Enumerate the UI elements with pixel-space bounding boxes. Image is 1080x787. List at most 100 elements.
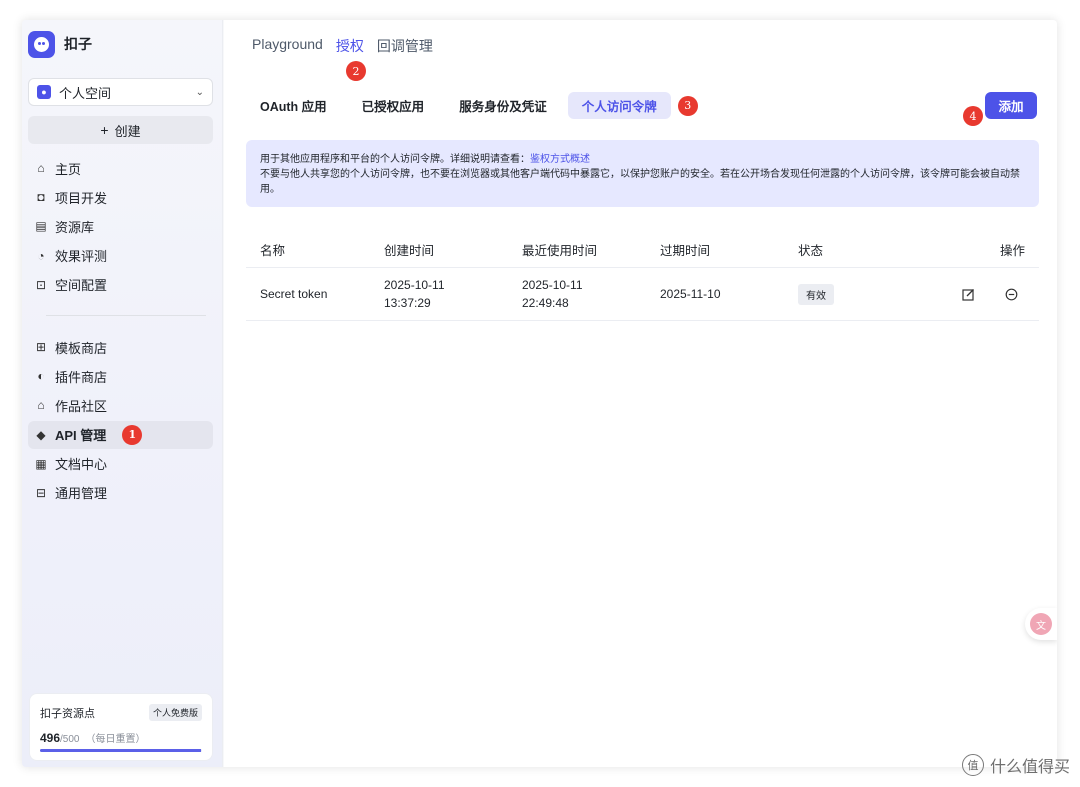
last-used-cell: 2025-10-11 22:49:48	[522, 276, 660, 312]
quota-progress-bar	[40, 749, 202, 752]
sub-tabs: OAuth 应用 已授权应用 服务身份及凭证 个人访问令牌 3	[246, 92, 698, 119]
tab-personal-access-tokens[interactable]: 个人访问令牌	[567, 92, 671, 119]
brand-name: 扣子	[64, 36, 92, 52]
row-actions	[908, 286, 1039, 302]
evaluation-icon: ◔	[37, 248, 45, 263]
expires-cell: 2025-11-10	[660, 287, 721, 301]
column-header-last-used: 最近使用时间	[522, 244, 598, 258]
sidebar-item-label: 通用管理	[55, 486, 108, 502]
plus-icon: +	[100, 122, 109, 138]
info-text-2: 不要与他人共享您的个人访问令牌，也不要在浏览器或其他客户端代码中暴露它，以保护您…	[260, 169, 1020, 195]
add-button[interactable]: 添加	[985, 92, 1037, 119]
plugin-store-icon: ◐	[37, 369, 45, 384]
space-selector[interactable]: ● 个人空间 ⌄	[28, 78, 213, 106]
tab-authorized-apps[interactable]: 已授权应用	[348, 92, 439, 119]
watermark-logo-icon: 值	[961, 754, 984, 776]
sidebar-item-label: 模板商店	[55, 340, 108, 356]
app-window: 扣子 ● 个人空间 ⌄ + 创建 ⌂ 主页 ◘ 项目开发 ▤ 资源库 ◔ 效果评…	[22, 20, 1057, 767]
created-time-cell: 2025-10-11 13:37:29	[384, 276, 522, 312]
resource-quota-card[interactable]: 扣子资源点 个人免费版 496/500 （每日重置）	[29, 693, 213, 761]
sidebar-item-general-manage[interactable]: ⊟ 通用管理	[28, 479, 213, 507]
info-text-1: 用于其他应用程序和平台的个人访问令牌。详细说明请查看：	[260, 154, 530, 165]
api-icon: ◆	[36, 427, 46, 442]
step-marker-3: 3	[677, 95, 698, 116]
quota-note: （每日重置）	[85, 734, 146, 745]
project-icon: ◘	[37, 190, 45, 205]
sidebar-item-label: 文档中心	[55, 457, 108, 473]
column-header-status: 状态	[798, 244, 824, 258]
create-label: 创建	[114, 123, 141, 139]
info-banner: 用于其他应用程序和平台的个人访问令牌。详细说明请查看：鉴权方式概述 不要与他人共…	[246, 140, 1039, 207]
token-name: Secret token	[260, 287, 328, 301]
sidebar-divider	[46, 315, 206, 316]
last-used-date: 2025-10-11	[522, 278, 583, 292]
auth-overview-link[interactable]: 鉴权方式概述	[530, 154, 590, 165]
step-marker-4: 4	[963, 106, 983, 126]
sidebar-item-template-store[interactable]: ⊞ 模板商店	[28, 333, 213, 361]
tab-callback-management[interactable]: 回调管理	[377, 36, 433, 56]
general-manage-icon: ⊟	[35, 485, 47, 500]
library-icon: ▤	[35, 219, 47, 234]
space-label: 个人空间	[59, 85, 112, 101]
status-badge: 有效	[798, 283, 834, 305]
sidebar-item-label: 主页	[55, 161, 82, 177]
sidebar-item-docs[interactable]: ▦ 文档中心	[28, 450, 213, 478]
sidebar-item-label: API 管理	[55, 428, 107, 444]
space-config-icon: ⊡	[35, 277, 47, 292]
token-table: 名称 创建时间 最近使用时间 过期时间 状态 操作 Secret token 2…	[246, 232, 1039, 321]
sidebar-item-evaluation[interactable]: ◔ 效果评测	[28, 242, 213, 270]
community-icon: ⌂	[37, 398, 45, 413]
sidebar-item-home[interactable]: ⌂ 主页	[28, 154, 213, 182]
watermark: 值 什么值得买	[961, 753, 1070, 777]
tab-authorization[interactable]: 授权	[336, 36, 364, 56]
template-store-icon: ⊞	[35, 340, 47, 354]
docs-icon: ▦	[35, 456, 47, 471]
quota-title: 扣子资源点	[40, 707, 95, 720]
table-header: 名称 创建时间 最近使用时间 过期时间 状态 操作	[246, 232, 1039, 268]
sidebar-item-label: 资源库	[55, 219, 95, 235]
quota-total: /500	[60, 734, 80, 745]
sidebar-item-label: 插件商店	[55, 369, 108, 385]
sidebar-item-api-management[interactable]: ◆ API 管理 1	[28, 420, 213, 449]
plan-badge[interactable]: 个人免费版	[148, 704, 202, 721]
edit-icon[interactable]	[960, 286, 976, 302]
floating-assistant-button[interactable]: 文	[1025, 608, 1057, 640]
brand-logo-icon	[28, 30, 55, 58]
column-header-name: 名称	[260, 244, 286, 258]
chevron-down-icon: ⌄	[195, 86, 204, 98]
assistant-icon: 文	[1030, 613, 1052, 635]
status-cell: 有效	[798, 283, 908, 305]
created-time: 13:37:29	[384, 296, 431, 310]
sidebar-item-library[interactable]: ▤ 资源库	[28, 212, 213, 240]
home-icon: ⌂	[37, 161, 45, 175]
sidebar-item-plugin-store[interactable]: ◐ 插件商店	[28, 362, 213, 390]
tab-service-identity[interactable]: 服务身份及凭证	[445, 92, 561, 119]
sidebar-item-label: 空间配置	[55, 278, 108, 294]
created-date: 2025-10-11	[384, 278, 445, 292]
secondary-nav: ⊞ 模板商店 ◐ 插件商店 ⌂ 作品社区 ◆ API 管理 1 ▦ 文档中心 ⊟	[28, 333, 213, 508]
sidebar-item-community[interactable]: ⌂ 作品社区	[28, 391, 213, 419]
quota-used: 496	[40, 731, 61, 745]
last-used-time: 22:49:48	[522, 296, 569, 310]
tab-oauth-apps[interactable]: OAuth 应用	[246, 92, 341, 119]
disable-icon[interactable]	[1003, 286, 1019, 302]
sidebar-item-label: 作品社区	[55, 398, 108, 414]
sidebar-item-projects[interactable]: ◘ 项目开发	[28, 183, 213, 211]
tab-playground[interactable]: Playground	[252, 36, 323, 56]
column-header-expires: 过期时间	[660, 244, 711, 258]
sidebar-item-label: 项目开发	[55, 190, 108, 206]
watermark-text: 什么值得买	[989, 759, 1070, 776]
column-header-actions: 操作	[999, 244, 1025, 258]
step-marker-1: 1	[122, 424, 143, 445]
main-panel: Playground 授权 回调管理 2 OAuth 应用 已授权应用 服务身份…	[224, 20, 1057, 767]
sidebar-item-space-config[interactable]: ⊡ 空间配置	[28, 271, 213, 299]
brand[interactable]: 扣子	[28, 30, 92, 58]
sidebar: 扣子 ● 个人空间 ⌄ + 创建 ⌂ 主页 ◘ 项目开发 ▤ 资源库 ◔ 效果评…	[22, 20, 223, 767]
quota-progress-fill	[40, 749, 201, 752]
primary-nav: ⌂ 主页 ◘ 项目开发 ▤ 资源库 ◔ 效果评测 ⊡ 空间配置	[28, 154, 213, 300]
table-row[interactable]: Secret token 2025-10-11 13:37:29 2025-10…	[246, 268, 1039, 321]
person-icon: ●	[37, 85, 51, 99]
sidebar-item-label: 效果评测	[55, 249, 108, 265]
step-marker-2: 2	[346, 61, 366, 81]
create-button[interactable]: + 创建	[28, 116, 213, 144]
